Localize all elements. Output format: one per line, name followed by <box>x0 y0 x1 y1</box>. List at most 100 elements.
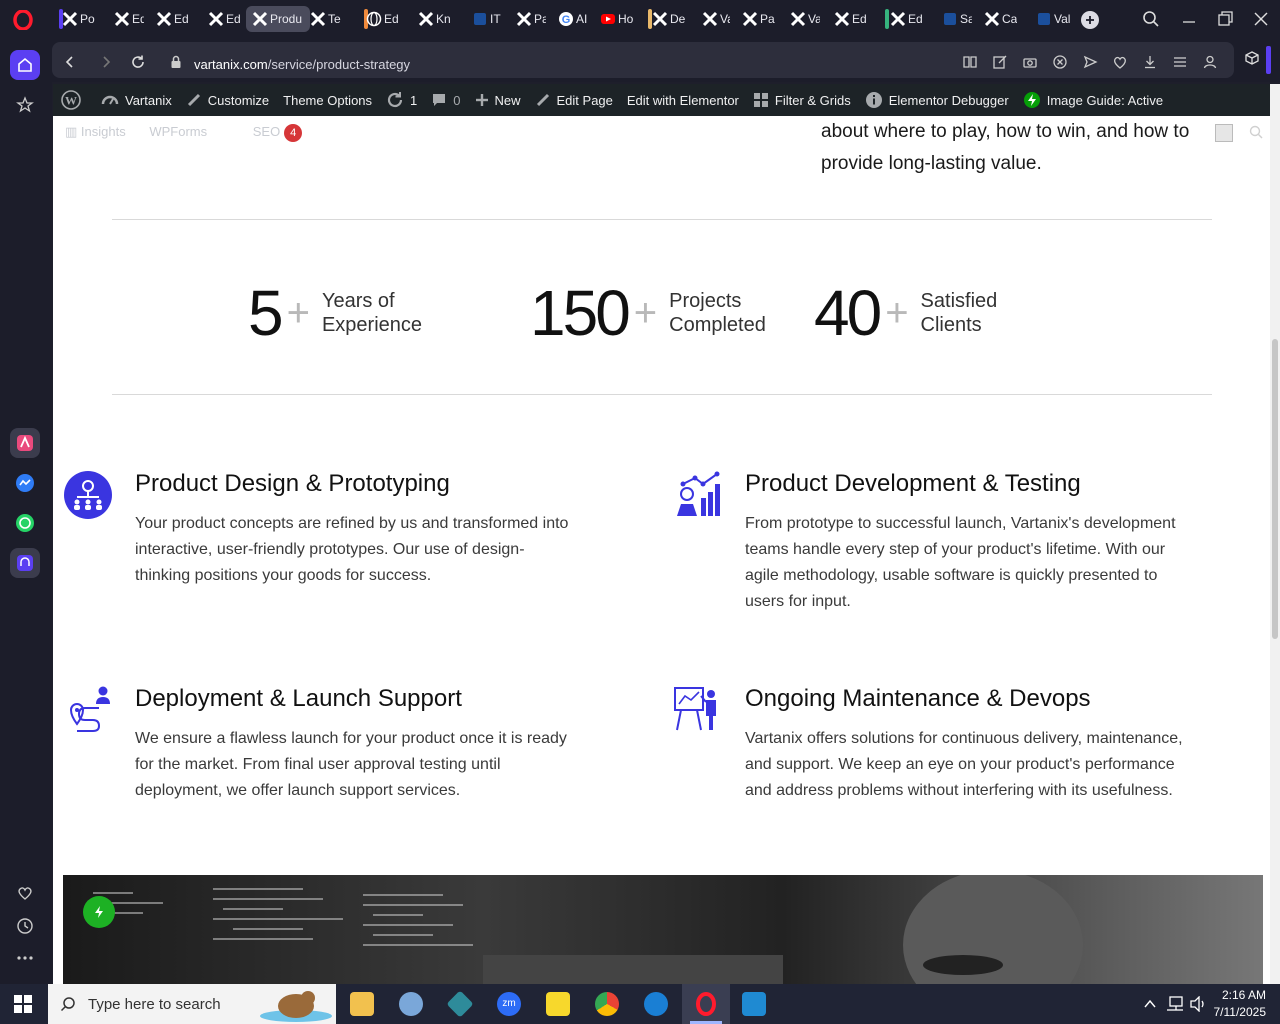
wpforms-link[interactable]: WPForms <box>149 124 207 139</box>
insights-link[interactable]: ▥ Insights <box>65 124 126 139</box>
profile-icon[interactable] <box>1202 54 1218 70</box>
presentation-board-icon <box>674 687 716 731</box>
back-icon[interactable] <box>62 54 78 70</box>
browser-tab[interactable]: Ed <box>108 6 148 32</box>
floating-bolt-icon[interactable] <box>83 896 115 928</box>
lightning-bolt-icon <box>1023 92 1040 108</box>
taskbar-search-box[interactable]: Type here to search <box>48 984 336 1024</box>
wordpress-logo-icon[interactable]: W <box>53 84 94 116</box>
browser-tab[interactable]: Va <box>696 6 734 32</box>
diamond-app-icon[interactable] <box>446 990 474 1018</box>
wp-edit-elementor[interactable]: Edit with Elementor <box>620 84 746 116</box>
browser-tab[interactable]: Val <box>1030 6 1074 32</box>
wp-image-guide[interactable]: Image Guide: Active <box>1016 84 1170 116</box>
easy-setup-icon[interactable] <box>1172 54 1188 70</box>
browser-tab[interactable]: Va <box>784 6 824 32</box>
close-window-icon[interactable] <box>1252 10 1270 28</box>
chrome-icon[interactable] <box>595 992 619 1016</box>
system-clock[interactable]: 2:16 AM 7/11/2025 <box>1214 987 1267 1021</box>
x-favicon-icon <box>834 11 850 27</box>
vscode-icon[interactable] <box>742 992 766 1016</box>
plus-icon <box>1086 16 1094 24</box>
service-description: Vartanix offers solutions for continuous… <box>745 730 1183 799</box>
bookmark-heart-icon[interactable] <box>1112 54 1128 70</box>
history-clock-icon[interactable] <box>10 911 40 941</box>
wp-comments[interactable]: 0 <box>424 84 467 116</box>
aria-icon[interactable] <box>10 428 40 458</box>
browser-tab[interactable]: Pa <box>736 6 780 32</box>
music-player-icon[interactable] <box>10 548 40 578</box>
browser-tab[interactable]: Sal <box>936 6 976 32</box>
x-favicon-icon <box>652 11 668 27</box>
browser-tab[interactable]: G AI <box>552 6 592 32</box>
wp-edit-page[interactable]: Edit Page <box>528 84 620 116</box>
edge-icon[interactable] <box>644 992 668 1016</box>
wp-customize[interactable]: Customize <box>179 84 276 116</box>
seo-link[interactable]: SEO 4 <box>253 124 303 142</box>
windows-start-icon[interactable] <box>14 995 32 1013</box>
tab-label: Ed <box>132 12 144 26</box>
browser-tab[interactable]: Ed <box>150 6 196 32</box>
browser-tab[interactable]: Po <box>56 6 106 32</box>
download-icon[interactable] <box>1142 54 1158 70</box>
extensions-cube-icon[interactable] <box>1244 50 1260 66</box>
flow-send-icon[interactable] <box>1082 54 1098 70</box>
browser-tab[interactable]: Produ <box>246 6 310 32</box>
home-icon[interactable] <box>10 50 40 80</box>
tab-label: Va <box>808 12 820 26</box>
new-tab-button[interactable] <box>1081 11 1099 29</box>
plus-icon <box>475 94 488 106</box>
wp-filter-grids[interactable]: Filter & Grids <box>746 84 858 116</box>
more-options-icon[interactable] <box>10 943 40 973</box>
chevron-up-icon[interactable] <box>1143 997 1157 1011</box>
service-design: Product Design & Prototyping Your produc… <box>135 469 595 589</box>
edit-icon[interactable] <box>992 54 1008 70</box>
file-explorer-icon[interactable] <box>350 992 374 1016</box>
browser-tab[interactable]: Kn <box>412 6 456 32</box>
zoom-icon[interactable]: zm <box>497 992 521 1016</box>
page-scrollbar[interactable] <box>1270 84 1280 984</box>
browser-tab[interactable]: Ed <box>884 6 930 32</box>
favorites-heart-icon[interactable] <box>10 878 40 908</box>
admin-search-icon[interactable] <box>1249 125 1263 139</box>
wp-theme-options[interactable]: Theme Options <box>276 84 379 116</box>
network-icon[interactable] <box>1166 996 1184 1012</box>
service-description: We ensure a flawless launch for your pro… <box>135 730 567 799</box>
globe-favicon-icon <box>366 11 382 27</box>
browser-tab[interactable]: Ed <box>202 6 244 32</box>
reload-icon[interactable] <box>130 54 146 70</box>
lock-icon[interactable] <box>168 54 184 70</box>
speed-dial-icon[interactable] <box>10 90 40 120</box>
paint-palette-icon[interactable] <box>399 992 423 1016</box>
messenger-icon[interactable] <box>10 468 40 498</box>
snapshot-camera-icon[interactable] <box>1022 54 1038 70</box>
minimize-icon[interactable] <box>1180 10 1198 28</box>
restore-icon[interactable] <box>1216 10 1234 28</box>
opera-taskbar-active[interactable] <box>682 984 730 1024</box>
browser-tab[interactable]: Ed <box>360 6 408 32</box>
x-favicon-icon <box>890 11 906 27</box>
adblock-icon[interactable] <box>1052 54 1068 70</box>
browser-tab[interactable]: IT <box>466 6 506 32</box>
sticky-notes-icon[interactable] <box>546 992 570 1016</box>
search-tabs-icon[interactable] <box>1142 10 1160 28</box>
url-text[interactable]: vartanix.com/service/product-strategy <box>194 57 410 72</box>
browser-tab[interactable]: Te <box>304 6 354 32</box>
wp-elementor-debugger[interactable]: Elementor Debugger <box>858 84 1016 116</box>
tab-label: Ed <box>226 12 240 26</box>
new-label: New <box>494 92 521 108</box>
wp-site-name[interactable]: Vartanix <box>94 84 179 116</box>
volume-icon[interactable] <box>1190 996 1208 1012</box>
wp-updates[interactable]: 1 <box>379 84 424 116</box>
whatsapp-icon[interactable] <box>10 508 40 538</box>
browser-tab[interactable]: Ca <box>978 6 1024 32</box>
reader-mode-icon[interactable] <box>962 54 978 70</box>
browser-tab[interactable]: Ho <box>594 6 640 32</box>
browser-tab[interactable]: De <box>646 6 694 32</box>
wp-new[interactable]: New <box>468 84 528 116</box>
forward-icon[interactable] <box>98 54 114 70</box>
scrollbar-thumb[interactable] <box>1272 339 1278 639</box>
browser-tab[interactable]: Ed <box>828 6 870 32</box>
browser-tab[interactable]: Pa <box>510 6 550 32</box>
opera-logo-icon[interactable] <box>12 10 34 30</box>
